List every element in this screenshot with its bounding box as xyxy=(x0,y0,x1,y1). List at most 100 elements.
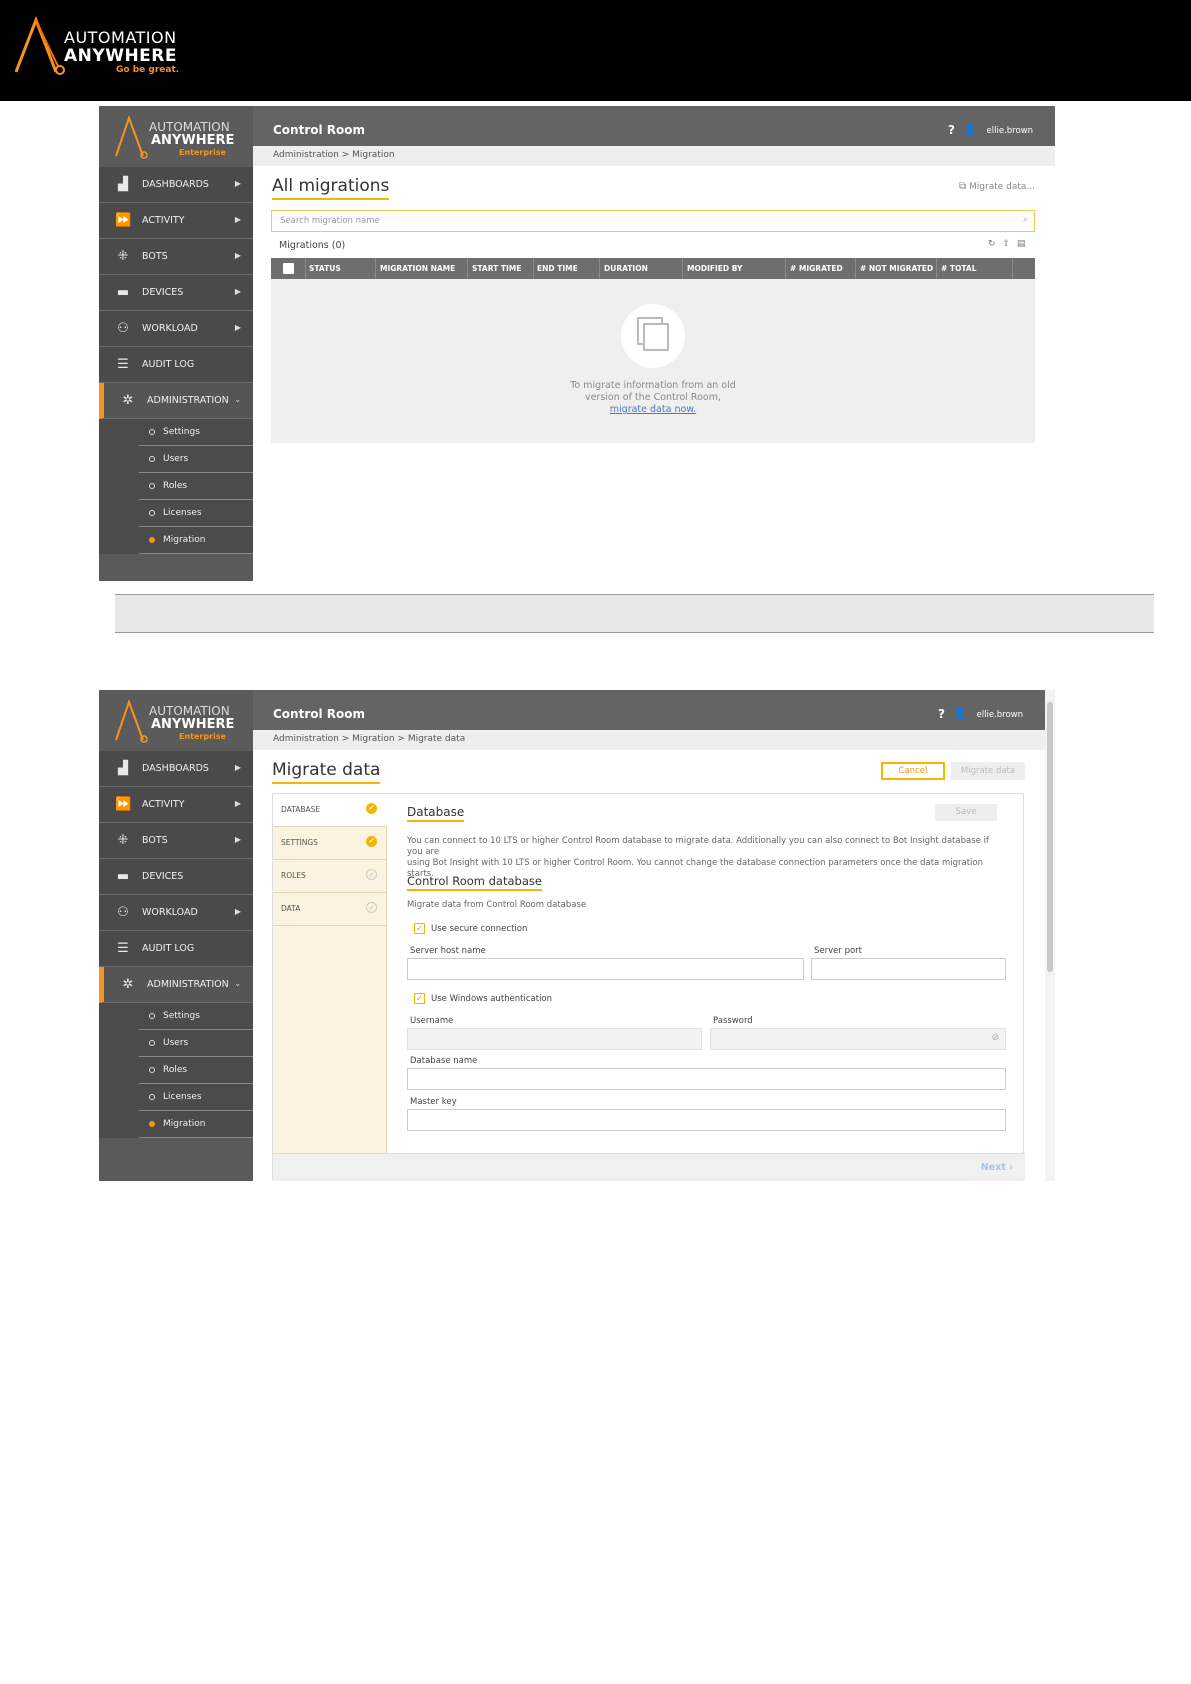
subnav-licenses[interactable]: Licenses xyxy=(99,500,253,527)
refresh-icon[interactable]: ↻ xyxy=(988,239,996,249)
nav-administration[interactable]: ✲ ADMINISTRATION ⌄ xyxy=(99,383,253,419)
step-label: SETTINGS xyxy=(281,838,318,847)
step-settings[interactable]: SETTINGS ✔ xyxy=(273,827,387,860)
nav-bots[interactable]: ⁜ BOTS ▶ xyxy=(99,823,253,859)
col-start-time[interactable]: START TIME xyxy=(472,264,521,273)
nav-audit-log[interactable]: ☰ AUDIT LOG xyxy=(99,931,253,967)
dashboard-icon: ▟ xyxy=(118,177,128,192)
database-name-input[interactable] xyxy=(407,1068,1006,1090)
nav-label: DASHBOARDS xyxy=(142,763,209,774)
col-status[interactable]: STATUS xyxy=(309,264,341,273)
step-database[interactable]: DATABASE ✔ xyxy=(273,794,387,827)
cancel-button[interactable]: Cancel xyxy=(881,762,945,780)
nav-devices[interactable]: ▬ DEVICES xyxy=(99,859,253,895)
chevron-right-icon: ▶ xyxy=(234,179,241,188)
nav-activity[interactable]: ⏩ ACTIVITY ▶ xyxy=(99,203,253,239)
server-host-input[interactable] xyxy=(407,958,804,980)
step-roles[interactable]: ROLES ✔ xyxy=(273,860,387,893)
migrate-data-link[interactable]: ⧉ Migrate data... xyxy=(959,181,1035,192)
breadcrumb[interactable]: Administration > Migration xyxy=(253,146,1055,166)
active-bullet-icon xyxy=(149,1121,155,1127)
subnav-migration[interactable]: Migration xyxy=(99,1111,253,1138)
scrollbar[interactable] xyxy=(1045,690,1055,1181)
scrollbar-thumb[interactable] xyxy=(1047,702,1053,972)
username-input[interactable] xyxy=(407,1028,702,1050)
subnav-roles[interactable]: Roles xyxy=(99,1057,253,1084)
windows-auth-checkbox[interactable]: ✓ xyxy=(414,993,425,1004)
logo-a-mark-icon xyxy=(14,16,65,75)
next-button[interactable]: Next › xyxy=(981,1162,1013,1173)
help-icon[interactable]: ? xyxy=(948,123,955,137)
nav-audit-log[interactable]: ☰ AUDIT LOG xyxy=(99,347,253,383)
col-not-migrated[interactable]: # NOT MIGRATED xyxy=(860,264,933,273)
col-total[interactable]: # TOTAL xyxy=(941,264,977,273)
chevron-right-icon: ▶ xyxy=(234,251,241,260)
col-duration[interactable]: DURATION xyxy=(604,264,648,273)
step-data[interactable]: DATA ✔ xyxy=(273,893,387,926)
nav-dashboards[interactable]: ▟ DASHBOARDS ▶ xyxy=(99,751,253,787)
wizard-steps: DATABASE ✔ SETTINGS ✔ ROLES ✔ DATA ✔ xyxy=(273,794,387,1153)
col-migrated[interactable]: # MIGRATED xyxy=(790,264,843,273)
subnav-roles[interactable]: Roles xyxy=(99,473,253,500)
columns-icon[interactable]: ▤ xyxy=(1017,239,1026,249)
search-input[interactable]: Search migration name ⌕ xyxy=(271,210,1035,232)
server-port-input[interactable] xyxy=(811,958,1006,980)
step-label: ROLES xyxy=(281,871,306,880)
username[interactable]: ellie.brown xyxy=(977,710,1024,720)
save-button[interactable]: Save xyxy=(935,804,997,821)
password-input[interactable]: ⊘ xyxy=(710,1028,1006,1050)
nav-bots[interactable]: ⁜ BOTS ▶ xyxy=(99,239,253,275)
port-label: Server port xyxy=(814,946,862,956)
nav-devices[interactable]: ▬ DEVICES ▶ xyxy=(99,275,253,311)
workload-icon: ⚇ xyxy=(117,321,129,336)
username-label: Username xyxy=(410,1016,454,1026)
export-icon[interactable]: ⇪ xyxy=(1002,239,1010,249)
bullet-icon xyxy=(149,1067,155,1073)
bullet-icon xyxy=(149,510,155,516)
nav-workload[interactable]: ⚇ WORKLOAD ▶ xyxy=(99,311,253,347)
eye-slash-icon[interactable]: ⊘ xyxy=(991,1033,999,1043)
sidebar-logo: AUTOMATION ANYWHERE Enterprise xyxy=(99,690,253,750)
administration-icon: ✲ xyxy=(122,393,134,408)
nav-label: BOTS xyxy=(142,251,168,262)
subnav-settings[interactable]: Settings xyxy=(99,1003,253,1030)
sidebar: AUTOMATION ANYWHERE Enterprise ▟ DASHBOAR… xyxy=(99,690,253,1181)
select-all-checkbox[interactable] xyxy=(283,263,294,274)
chevron-right-icon: ▶ xyxy=(234,287,241,296)
subnav-label: Roles xyxy=(163,481,188,491)
nav-activity[interactable]: ⏩ ACTIVITY ▶ xyxy=(99,787,253,823)
logo-text-anywhere: ANYWHERE xyxy=(151,717,235,732)
migrate-data-button[interactable]: Migrate data xyxy=(951,762,1025,780)
active-bullet-icon xyxy=(149,537,155,543)
col-end-time[interactable]: END TIME xyxy=(537,264,578,273)
nav-dashboards[interactable]: ▟ DASHBOARDS ▶ xyxy=(99,167,253,203)
document-page: AUTOMATION ANYWHERE Go be great. AUTOMAT… xyxy=(0,0,1191,1684)
nav-administration[interactable]: ✲ ADMINISTRATION ⌄ xyxy=(99,967,253,1003)
username[interactable]: ellie.brown xyxy=(987,126,1034,136)
user-icon[interactable]: 👤 xyxy=(963,123,977,136)
nav-label: ACTIVITY xyxy=(142,215,185,226)
col-modified-by[interactable]: MODIFIED BY xyxy=(687,264,742,273)
subnav-licenses[interactable]: Licenses xyxy=(99,1084,253,1111)
subnav-users[interactable]: Users xyxy=(99,446,253,473)
administration-icon: ✲ xyxy=(122,977,134,992)
subnav-users[interactable]: Users xyxy=(99,1030,253,1057)
nav-label: AUDIT LOG xyxy=(142,359,195,370)
nav-workload[interactable]: ⚇ WORKLOAD ▶ xyxy=(99,895,253,931)
secure-connection-checkbox[interactable]: ✓ xyxy=(414,923,425,934)
breadcrumb[interactable]: Administration > Migration > Migrate dat… xyxy=(253,730,1045,750)
migrate-data-now-link[interactable]: migrate data now. xyxy=(541,404,765,415)
logo-text-enterprise: Enterprise xyxy=(179,732,226,741)
sidebar: AUTOMATION ANYWHERE Enterprise ▟ DASHBOAR… xyxy=(99,106,253,581)
subnav-migration[interactable]: Migration xyxy=(99,527,253,554)
app-title: Control Room xyxy=(273,707,366,721)
subnav-label: Migration xyxy=(163,1119,206,1129)
master-key-input[interactable] xyxy=(407,1109,1006,1131)
step-label: DATA xyxy=(281,904,301,913)
subnav-settings[interactable]: Settings xyxy=(99,419,253,446)
user-icon[interactable]: 👤 xyxy=(953,707,967,720)
logo-a-mark-icon xyxy=(115,115,148,159)
col-migration-name[interactable]: MIGRATION NAME xyxy=(380,264,455,273)
help-icon[interactable]: ? xyxy=(938,707,945,721)
page-title-text: All migrations xyxy=(272,176,390,196)
